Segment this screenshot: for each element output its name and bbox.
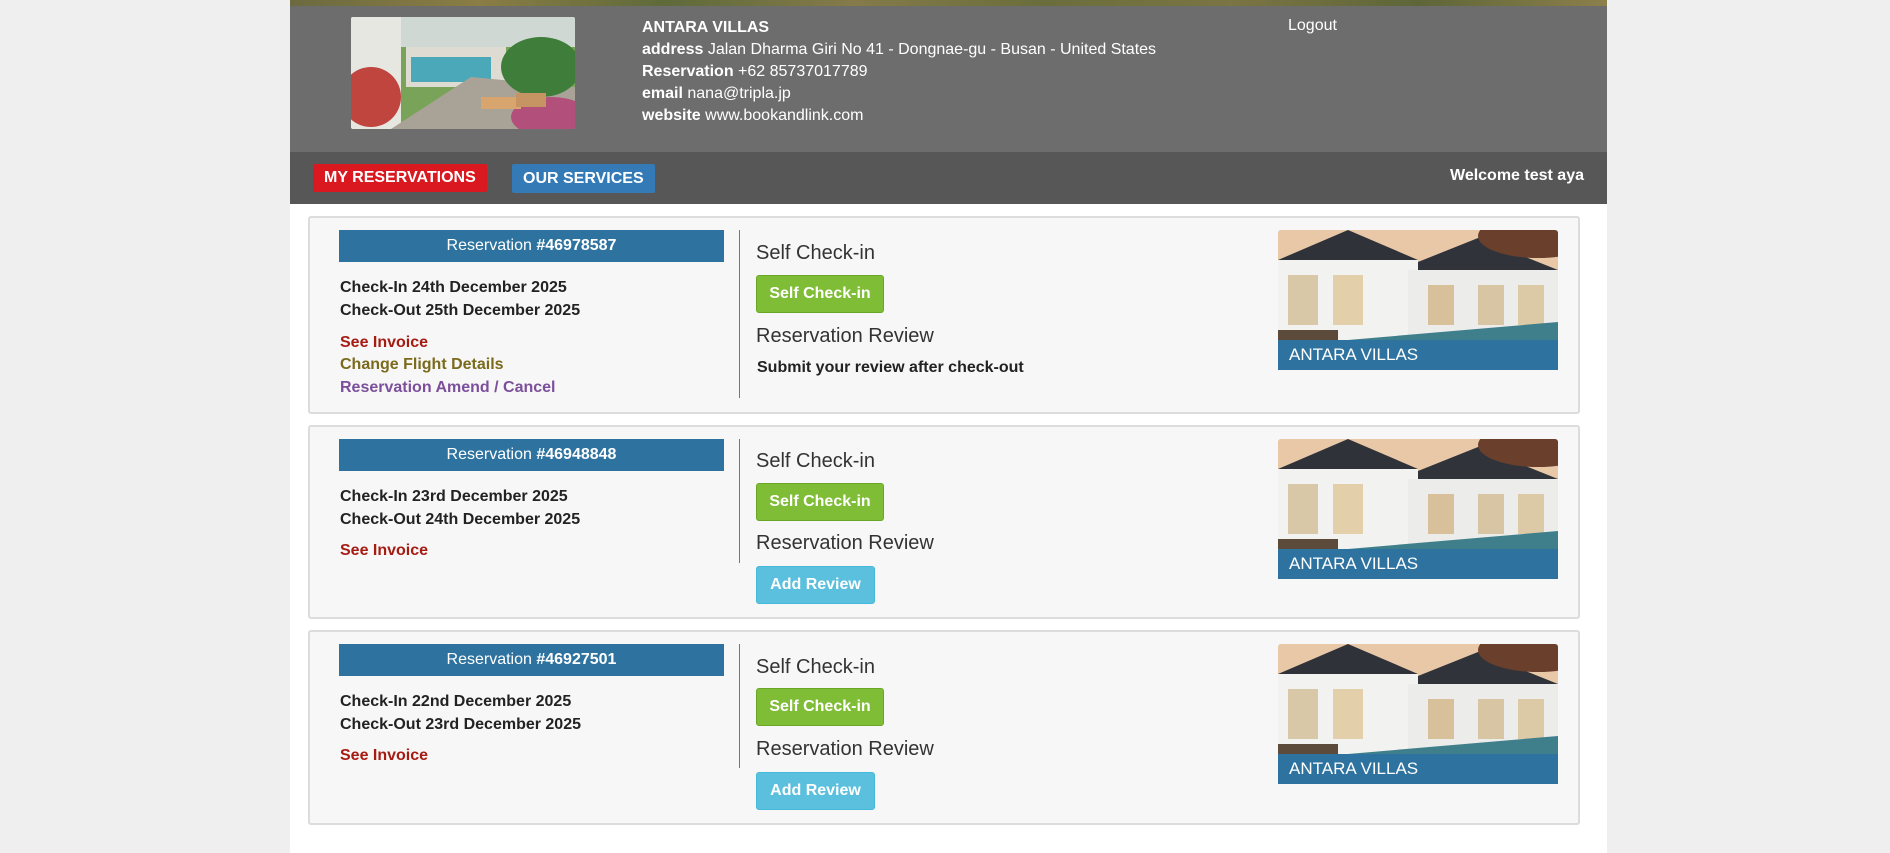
logout-link[interactable]: Logout: [1288, 17, 1337, 35]
website-label: website: [642, 107, 701, 124]
page-container: ANTARA VILLAS address Jalan Dharma Giri …: [290, 0, 1607, 853]
change-flight-link[interactable]: Change Flight Details: [340, 356, 504, 374]
hotel-phone: +62 85737017789: [738, 63, 868, 80]
villa-label: ANTARA VILLAS: [1278, 549, 1558, 579]
reservation-label: Reservation: [642, 63, 734, 80]
address-label: address: [642, 41, 704, 58]
review-title: Reservation Review: [756, 738, 934, 760]
review-title: Reservation Review: [756, 532, 934, 554]
self-checkin-title: Self Check-in: [756, 242, 875, 264]
checkout-date: Check-Out 23rd December 2025: [340, 716, 581, 733]
checkout-date: Check-Out 24th December 2025: [340, 511, 581, 528]
reservation-header: Reservation #46948848: [339, 439, 724, 471]
checkin-date: Check-In 24th December 2025: [340, 279, 567, 296]
checkout-date: Check-Out 25th December 2025: [340, 302, 581, 319]
nav-bar: MY RESERVATIONS OUR SERVICES Welcome tes…: [290, 152, 1607, 204]
hotel-email: nana@tripla.jp: [687, 85, 791, 102]
reservation-header: Reservation #46927501: [339, 644, 724, 676]
add-review-button[interactable]: Add Review: [756, 566, 875, 604]
checkin-date: Check-In 23rd December 2025: [340, 488, 568, 505]
hotel-email-line: email nana@tripla.jp: [642, 83, 1156, 105]
see-invoice-link[interactable]: See Invoice: [340, 334, 428, 352]
self-checkin-button[interactable]: Self Check-in: [756, 483, 884, 521]
checkin-date: Check-In 22nd December 2025: [340, 693, 572, 710]
hotel-thumbnail-image: [351, 17, 575, 129]
hotel-info: ANTARA VILLAS address Jalan Dharma Giri …: [642, 17, 1156, 127]
reservation-number: #46927501: [536, 651, 617, 668]
hotel-phone-line: Reservation +62 85737017789: [642, 61, 1156, 83]
reservation-prefix: Reservation: [446, 651, 537, 668]
reservation-dates: Check-In 23rd December 2025 Check-Out 24…: [340, 485, 580, 531]
reservation-dates: Check-In 24th December 2025 Check-Out 25…: [340, 276, 580, 322]
reservation-card: Reservation #46927501 Check-In 22nd Dece…: [308, 630, 1580, 825]
reservation-prefix: Reservation: [446, 237, 537, 254]
hotel-address-line: address Jalan Dharma Giri No 41 - Dongna…: [642, 39, 1156, 61]
self-checkin-button[interactable]: Self Check-in: [756, 688, 884, 726]
reservation-header: Reservation #46978587: [339, 230, 724, 262]
villa-label: ANTARA VILLAS: [1278, 754, 1558, 784]
self-checkin-button[interactable]: Self Check-in: [756, 275, 884, 313]
card-divider: [739, 644, 740, 768]
villa-label: ANTARA VILLAS: [1278, 340, 1558, 370]
self-checkin-title: Self Check-in: [756, 450, 875, 472]
hotel-website: www.bookandlink.com: [705, 107, 864, 124]
add-review-button[interactable]: Add Review: [756, 772, 875, 810]
my-reservations-button[interactable]: MY RESERVATIONS: [313, 164, 487, 192]
villa-image: ANTARA VILLAS: [1278, 230, 1558, 370]
email-label: email: [642, 85, 683, 102]
review-note: Submit your review after check-out: [757, 359, 1024, 376]
amend-cancel-link[interactable]: Reservation Amend / Cancel: [340, 379, 555, 397]
review-title: Reservation Review: [756, 325, 934, 347]
reservation-prefix: Reservation: [446, 446, 537, 463]
reservation-dates: Check-In 22nd December 2025 Check-Out 23…: [340, 690, 581, 736]
reservation-card: Reservation #46978587 Check-In 24th Dece…: [308, 216, 1580, 414]
villa-image: ANTARA VILLAS: [1278, 439, 1558, 579]
villa-image: ANTARA VILLAS: [1278, 644, 1558, 784]
card-divider: [739, 439, 740, 563]
self-checkin-title: Self Check-in: [756, 656, 875, 678]
reservation-card: Reservation #46948848 Check-In 23rd Dece…: [308, 425, 1580, 619]
welcome-message: Welcome test aya: [1450, 167, 1584, 184]
hotel-address: Jalan Dharma Giri No 41 - Dongnae-gu - B…: [707, 41, 1157, 58]
our-services-button[interactable]: OUR SERVICES: [512, 164, 655, 193]
see-invoice-link[interactable]: See Invoice: [340, 747, 428, 765]
hotel-name: ANTARA VILLAS: [642, 19, 770, 36]
reservation-number: #46948848: [536, 446, 617, 463]
card-divider: [739, 230, 740, 398]
hotel-website-line: website www.bookandlink.com: [642, 105, 1156, 127]
see-invoice-link[interactable]: See Invoice: [340, 542, 428, 560]
hotel-header: ANTARA VILLAS address Jalan Dharma Giri …: [290, 6, 1607, 152]
reservation-number: #46978587: [536, 237, 617, 254]
